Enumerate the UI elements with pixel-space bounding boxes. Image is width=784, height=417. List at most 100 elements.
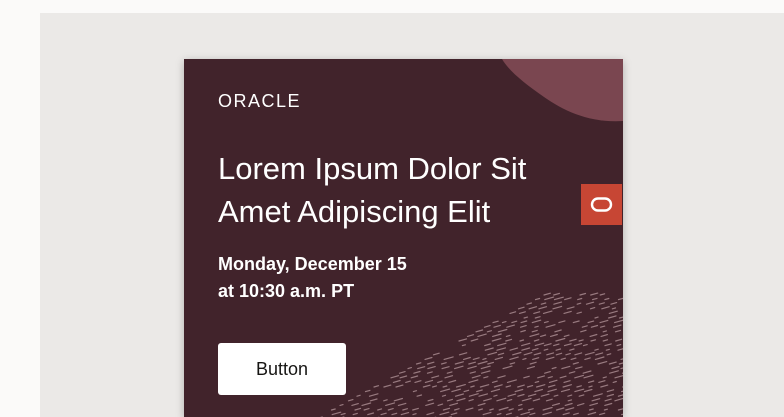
event-headline: Lorem Ipsum Dolor Sit Amet Adipiscing El… [218,147,578,233]
texture-dash [540,334,547,337]
texture-dash [489,408,494,411]
texture-dash [527,408,534,411]
texture-dash [590,292,599,296]
texture-dash [532,357,540,360]
texture-dash [589,333,598,337]
cta-button[interactable]: Button [218,343,346,395]
texture-dash [544,296,555,301]
texture-dash [534,297,541,301]
texture-dash [577,297,583,301]
texture-dash [610,302,618,305]
texture-dash [574,374,584,379]
texture-dash [615,338,623,342]
texture-dash [614,329,622,333]
texture-dash [426,412,435,416]
texture-dash [606,353,612,356]
texture-dash [369,398,378,402]
texture-dash [521,342,531,347]
texture-dash [431,375,440,379]
texture-dash [400,412,410,416]
texture-dash [505,412,512,416]
texture-dash [604,398,612,402]
texture-dash [498,406,509,411]
texture-dash [521,397,532,402]
texture-dash [509,362,516,365]
texture-dash [604,402,613,406]
texture-dash [544,371,551,374]
texture-dash [593,393,603,397]
texture-dash [577,403,585,406]
texture-dash [512,351,522,356]
texture-dash [536,384,546,388]
texture-dash [616,344,622,347]
texture-dash [484,343,491,347]
texture-dash [614,374,623,379]
texture-dash [559,375,567,379]
texture-dash [507,393,517,397]
texture-dash [397,402,407,406]
texture-dash [477,402,486,406]
texture-dash [514,388,524,393]
texture-dash [598,380,606,383]
texture-dash [553,296,564,301]
texture-dash [612,380,617,383]
texture-dash [412,390,418,393]
texture-dash [458,352,468,356]
texture-dash [560,357,566,360]
texture-dash [553,292,560,296]
texture-dash [589,307,596,310]
texture-dash [356,394,361,397]
texture-dash [407,367,412,370]
oracle-side-tab[interactable] [581,184,622,225]
texture-dash [588,385,593,388]
event-headline-line-1: Lorem Ipsum Dolor Sit [218,151,527,186]
event-banner-card: ORACLE Lorem Ipsum Dolor Sit Amet Adipis… [184,59,623,417]
texture-dash [601,306,610,310]
texture-dash [580,329,587,333]
texture-dash [373,385,380,388]
top-strip [0,0,784,13]
texture-dash [581,325,588,328]
texture-dash [331,411,342,416]
texture-dash [383,399,388,402]
event-date: Monday, December 15 at 10:30 a.m. PT [218,251,518,305]
texture-dash [555,348,562,351]
texture-dash [578,394,585,397]
texture-dash [352,412,358,416]
texture-dash [395,384,404,388]
event-date-line-2: at 10:30 a.m. PT [218,281,355,301]
texture-dash [491,380,498,383]
texture-dash [387,408,394,411]
texture-dash [442,407,451,411]
texture-dash [531,329,538,333]
texture-dash [598,302,605,305]
texture-dash [496,413,502,416]
texture-dash [550,333,558,337]
texture-dash [590,339,597,342]
texture-dash [446,371,453,374]
texture-dash [617,297,623,301]
texture-dash [493,324,501,328]
texture-dash [567,394,573,397]
texture-dash [427,361,435,365]
texture-dash [432,352,440,356]
texture-dash [608,361,617,365]
texture-dash [592,297,598,301]
texture-dash [480,365,491,370]
texture-dash [521,347,531,351]
texture-dash [439,411,450,416]
texture-dash [545,324,556,328]
texture-dash [569,348,575,351]
texture-dash [572,320,580,324]
texture-dash [553,343,560,347]
texture-dash [551,366,557,370]
texture-dash [410,375,419,379]
texture-dash [566,306,575,310]
texture-dash [368,393,379,397]
texture-dash [582,344,588,347]
texture-dash [454,361,464,365]
texture-dash [509,356,519,360]
texture-dash [584,351,595,356]
texture-dash [552,305,563,310]
texture-dash [614,319,623,324]
